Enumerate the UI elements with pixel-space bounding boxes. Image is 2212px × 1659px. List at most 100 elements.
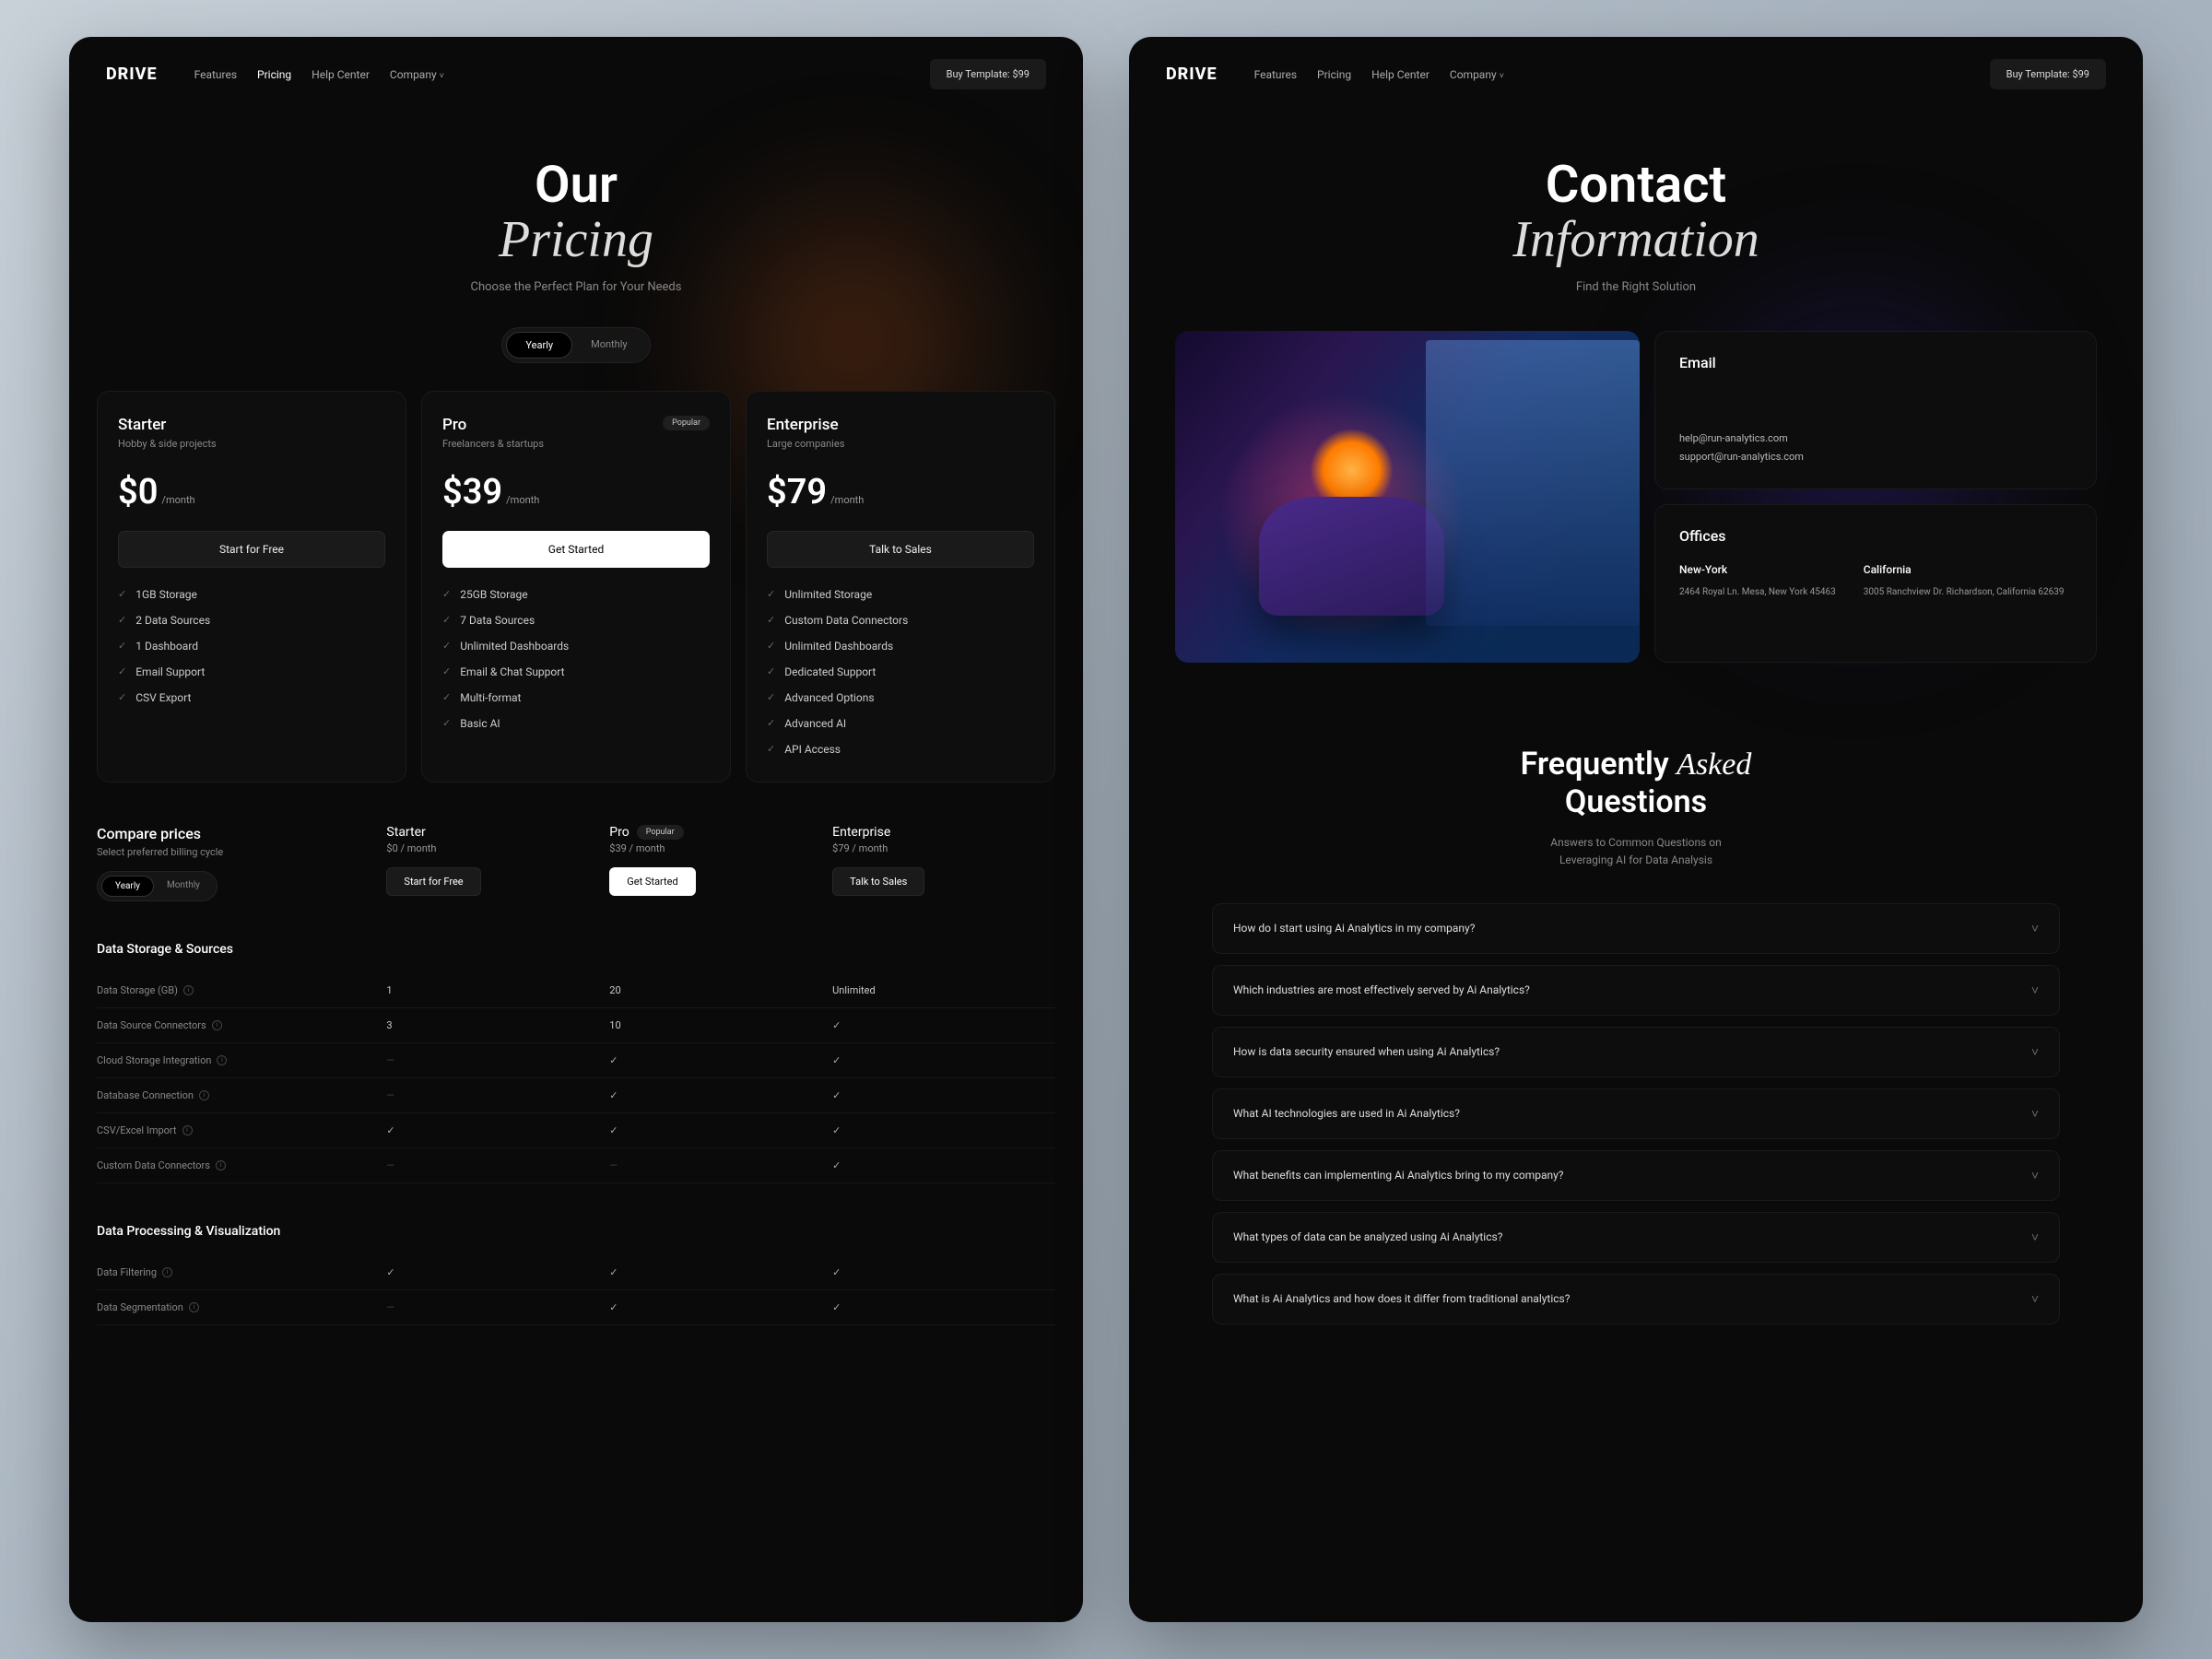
- pricing-page: DRIVE Features Pricing Help Center Compa…: [69, 37, 1083, 1622]
- cell-check: ✓: [609, 1124, 832, 1136]
- info-icon[interactable]: i: [199, 1090, 209, 1100]
- plan-feature: ✓Unlimited Dashboards: [442, 640, 710, 653]
- plan-name: Starter: [118, 416, 217, 434]
- faq-question: What is Ai Analytics and how does it dif…: [1233, 1292, 1570, 1305]
- section-heading: Data Processing & Visualization: [97, 1224, 1055, 1239]
- check-icon: ✓: [118, 614, 126, 626]
- faq-item[interactable]: What AI technologies are used in Ai Anal…: [1212, 1088, 2060, 1139]
- compare-section: Compare prices Select preferred billing …: [69, 782, 1083, 1325]
- check-icon: ✓: [767, 588, 775, 600]
- check-icon: ✓: [442, 691, 451, 703]
- nav-features[interactable]: Features: [1254, 68, 1297, 81]
- faq-item[interactable]: How is data security ensured when using …: [1212, 1027, 2060, 1077]
- info-icon[interactable]: i: [217, 1055, 227, 1065]
- nav-company[interactable]: Company˅: [1450, 68, 1504, 81]
- faq-title: Frequently Asked Questions: [1129, 746, 2143, 822]
- cell-value: Unlimited: [832, 984, 1055, 996]
- cell-check: ✓: [832, 1054, 1055, 1066]
- cell-dash: —: [386, 1159, 609, 1171]
- compare-plan-price: $39 / month: [609, 842, 832, 854]
- check-icon: ✓: [442, 640, 451, 652]
- faq-item[interactable]: What is Ai Analytics and how does it dif…: [1212, 1274, 2060, 1324]
- plan-cta-button[interactable]: Start for Free: [118, 531, 385, 568]
- nav-help-center[interactable]: Help Center: [312, 68, 370, 81]
- nav-pricing[interactable]: Pricing: [1317, 68, 1351, 81]
- faq-question: How is data security ensured when using …: [1233, 1045, 1500, 1058]
- plan-feature: ✓Unlimited Dashboards: [767, 640, 1034, 653]
- plan-name: Pro: [442, 416, 544, 434]
- info-icon[interactable]: i: [216, 1160, 226, 1171]
- compare-cta-button[interactable]: Talk to Sales: [832, 867, 924, 896]
- table-row: Data Source Connectorsi 310✓: [97, 1008, 1055, 1043]
- plan-feature: ✓Email Support: [118, 665, 385, 678]
- compare-plan-name: Enterprise: [832, 825, 890, 840]
- email-card: Email help@run-analytics.com support@run…: [1654, 331, 2097, 489]
- email-help[interactable]: help@run-analytics.com: [1679, 429, 2072, 448]
- faq-question: What benefits can implementing Ai Analyt…: [1233, 1169, 1563, 1182]
- contact-hero: Contact Information Find the Right Solut…: [1129, 158, 2143, 294]
- cell-check: ✓: [832, 1266, 1055, 1278]
- info-icon[interactable]: i: [162, 1267, 172, 1277]
- faq-item[interactable]: What types of data can be analyzed using…: [1212, 1212, 2060, 1263]
- compare-subtitle: Select preferred billing cycle: [97, 846, 386, 858]
- contact-page: DRIVE Features Pricing Help Center Compa…: [1129, 37, 2143, 1622]
- logo[interactable]: DRIVE: [106, 65, 158, 84]
- check-icon: ✓: [609, 1266, 618, 1278]
- toggle-yearly[interactable]: Yearly: [506, 332, 572, 359]
- check-icon: ✓: [386, 1266, 394, 1278]
- compare-col-pro: ProPopular $39 / month Get Started: [609, 825, 832, 901]
- compare-section-group: Data Storage & Sources Data Storage (GB)…: [97, 942, 1055, 1183]
- faq-item[interactable]: What benefits can implementing Ai Analyt…: [1212, 1150, 2060, 1201]
- check-icon: ✓: [609, 1054, 618, 1066]
- row-label: Database Connectioni: [97, 1089, 386, 1101]
- email-support[interactable]: support@run-analytics.com: [1679, 448, 2072, 466]
- cell-check: ✓: [832, 1089, 1055, 1101]
- chevron-down-icon: ˅: [2031, 1230, 2039, 1245]
- info-icon[interactable]: i: [183, 985, 194, 995]
- cell-check: ✓: [832, 1019, 1055, 1031]
- plan-cta-button[interactable]: Talk to Sales: [767, 531, 1034, 568]
- check-icon: ✓: [832, 1124, 841, 1136]
- nav-help-center[interactable]: Help Center: [1371, 68, 1430, 81]
- page-title: Our Pricing: [69, 158, 1083, 267]
- plan-feature: ✓Basic AI: [442, 717, 710, 730]
- logo[interactable]: DRIVE: [1166, 65, 1218, 84]
- compare-plan-name: Starter: [386, 825, 425, 840]
- toggle-monthly[interactable]: Monthly: [572, 332, 646, 359]
- info-icon[interactable]: i: [212, 1020, 222, 1030]
- faq-item[interactable]: Which industries are most effectively se…: [1212, 965, 2060, 1016]
- table-row: CSV/Excel Importi ✓✓✓: [97, 1113, 1055, 1148]
- plan-cta-button[interactable]: Get Started: [442, 531, 710, 568]
- check-icon: ✓: [609, 1124, 618, 1136]
- compare-plan-price: $0 / month: [386, 842, 609, 854]
- compare-cta-button[interactable]: Start for Free: [386, 867, 480, 896]
- info-icon[interactable]: i: [189, 1302, 199, 1312]
- toggle-monthly[interactable]: Monthly: [154, 876, 213, 897]
- compare-col-starter: Starter $0 / month Start for Free: [386, 825, 609, 901]
- office-ny: New-York 2464 Royal Ln. Mesa, New York 4…: [1679, 563, 1836, 600]
- row-label: Data Segmentationi: [97, 1301, 386, 1313]
- nav-company[interactable]: Company˅: [390, 68, 444, 81]
- plan-price: $39/month: [442, 472, 710, 512]
- cell-value: 10: [609, 1019, 832, 1031]
- email-card-body: help@run-analytics.com support@run-analy…: [1679, 429, 2072, 466]
- info-icon[interactable]: i: [182, 1125, 193, 1135]
- popular-badge: Popular: [663, 416, 710, 430]
- nav-features[interactable]: Features: [194, 68, 237, 81]
- compare-cta-button[interactable]: Get Started: [609, 867, 695, 896]
- check-icon: ✓: [832, 1019, 841, 1031]
- plan-features: ✓Unlimited Storage✓Custom Data Connector…: [767, 588, 1034, 756]
- pricing-hero: Our Pricing Choose the Perfect Plan for …: [69, 158, 1083, 363]
- chevron-down-icon: ˅: [2031, 1044, 2039, 1060]
- faq-item[interactable]: How do I start using Ai Analytics in my …: [1212, 903, 2060, 954]
- row-label: Data Filteringi: [97, 1266, 386, 1278]
- toggle-yearly[interactable]: Yearly: [101, 876, 154, 897]
- cell-check: ✓: [609, 1054, 832, 1066]
- plan-price: $79/month: [767, 472, 1034, 512]
- nav-pricing[interactable]: Pricing: [257, 68, 291, 81]
- buy-template-button[interactable]: Buy Template: $99: [1990, 59, 2106, 89]
- compare-title: Compare prices: [97, 825, 386, 842]
- buy-template-button[interactable]: Buy Template: $99: [930, 59, 1046, 89]
- office-ca: California 3005 Ranchview Dr. Richardson…: [1864, 563, 2065, 600]
- faq-question: What AI technologies are used in Ai Anal…: [1233, 1107, 1460, 1120]
